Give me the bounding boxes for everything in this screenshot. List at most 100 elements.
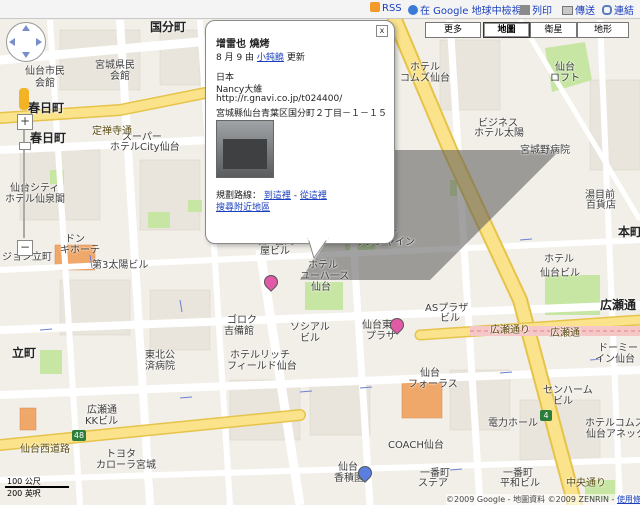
map-label: ドン [65,234,85,245]
map-label: 第3太陽ビル [92,260,149,271]
place-address: 宮城縣仙台青葉区国分町２丁目－１－１５ [216,109,388,119]
terms-link[interactable]: 使用條款 [617,495,640,504]
map-label: 東北公 [145,350,175,361]
map-label: 春日町 [28,101,65,115]
scale-bar: 100 公尺 200 英呎 [5,477,85,498]
map-label: プラザ [366,331,396,342]
map-label: ホテル仙泉閣 [5,194,65,205]
print-link[interactable]: 列印 [520,2,552,17]
map-label: フォーラス [408,379,458,390]
mail-icon [562,6,573,15]
map-label: 屋ビル [260,246,290,257]
map-label: 広瀬通 [600,298,637,312]
map-label: ホテル [544,254,574,265]
map-type-terrain-button[interactable]: 地形 [577,22,629,38]
link-icon [602,5,612,15]
map-label: 百貨店 [586,200,616,211]
rss-label: RSS [382,3,402,14]
map-label: 会館 [110,71,130,82]
pan-right-icon[interactable] [36,38,42,46]
print-icon [520,5,530,15]
map-label: ソシアル [290,322,330,333]
map-label: 春日町 [30,131,67,145]
map-label: ホテル太陽 [474,128,524,139]
zoom-out-button[interactable]: − [17,240,33,256]
map-label: 仙台 [420,368,440,379]
place-photo[interactable] [216,120,274,178]
search-nearby-link[interactable]: 搜尋附近地區 [216,200,270,213]
zoom-slider-thumb[interactable] [19,142,31,150]
map-label: ステア [418,478,448,489]
rss-icon [370,2,380,12]
place-meta: 8 月 9 由 小鈍饒 更新 [216,50,305,63]
route-shield: 48 [72,430,86,441]
map-label: ロフト [550,73,580,84]
map-label: キホーテ [60,245,100,256]
pan-control[interactable] [6,22,46,62]
map-label: 立町 [12,346,37,360]
google-earth-link[interactable]: 在 Google 地球中檢視 [408,2,522,17]
map-label: 仙台アネックス [586,429,640,440]
map-label: ドーミー [598,343,638,354]
map-label: ホテル [308,260,338,271]
pan-up-icon[interactable] [22,25,30,31]
copyright-text: ©2009 Google - 地圖資料 ©2009 ZENRIN - [446,495,615,504]
map-label: カローラ宮城 [96,460,156,471]
map-type-more-button[interactable]: 更多 [425,22,481,38]
google-earth-label: 在 Google 地球中檢視 [420,6,522,17]
send-link[interactable]: 傳送 [562,2,595,17]
map-label: 仙台ビル [540,268,580,279]
map-label: 中央通り [566,478,606,489]
map-label: 広瀬通 [550,328,580,339]
close-icon[interactable]: x [376,25,388,37]
map-label: フィールド仙台 [227,361,297,372]
map-label: ビル [300,333,320,344]
zoom-in-button[interactable]: + [17,114,33,130]
map-label: コムズ仙台 [400,73,450,84]
map-label: 宮城県民 [95,60,135,71]
pan-left-icon[interactable] [9,38,15,46]
map-label: ホテルリッチ [230,350,290,361]
map-label: 仙台西道路 [20,444,70,455]
map-label: ビル [440,313,460,324]
print-label: 列印 [532,6,552,17]
map-label: 会館 [35,78,55,89]
map-label: 仙台 [555,62,575,73]
pan-down-icon[interactable] [22,52,30,58]
map-type-satellite-button[interactable]: 衛星 [530,22,577,38]
map-label: COACH仙台 [388,440,444,451]
google-earth-icon [408,5,418,15]
map-label: ホテルコムズ [585,418,640,429]
permalink-link[interactable]: 連結 [602,2,634,17]
map-label: ゴロク [227,315,257,326]
rss-link[interactable]: RSS [370,2,402,14]
map-type-map-button[interactable]: 地圖 [483,22,530,38]
place-meta-user-link[interactable]: 小鈍饒 [257,53,284,63]
photo-building [223,139,267,169]
place-meta-date: 8 月 9 由 [216,53,255,63]
map-label: ホテル [410,62,440,73]
permalink-label: 連結 [614,6,634,17]
scale-metric: 100 公尺 [7,477,41,486]
copyright: ©2009 Google - 地圖資料 ©2009 ZENRIN - 使用條款 [446,494,640,505]
map-label: 広瀬通り [490,325,530,336]
scale-imperial: 200 英呎 [7,489,41,498]
route-shield: 4 [540,410,552,421]
top-toolbar: RSS 在 Google 地球中檢視 列印 傳送 連結 [0,0,640,19]
map-label: 仙台 [338,462,358,473]
directions-from-here-link[interactable]: 從這裡 [300,191,327,201]
map-label: 吉備館 [224,326,254,337]
info-window: x 增雷也 燒烤 8 月 9 由 小鈍饒 更新 日本 Nancy大維 http:… [205,20,395,244]
pegman-icon[interactable] [19,88,29,110]
map-label: 国分町 [150,20,187,34]
place-url: http://r.gnavi.co.jp/t024400/ [216,94,343,104]
map-label: 仙台シティ [10,183,60,194]
map-label: センハーム [543,385,593,396]
map-label: 平和ビル [500,478,540,489]
map-label: 済病院 [145,361,175,372]
map-label: トヨタ [106,449,136,460]
place-title: 增雷也 燒烤 [216,39,270,50]
send-label: 傳送 [575,6,595,17]
map-label: KKビル [85,416,119,427]
map-label: 宮城野病院 [520,145,570,156]
